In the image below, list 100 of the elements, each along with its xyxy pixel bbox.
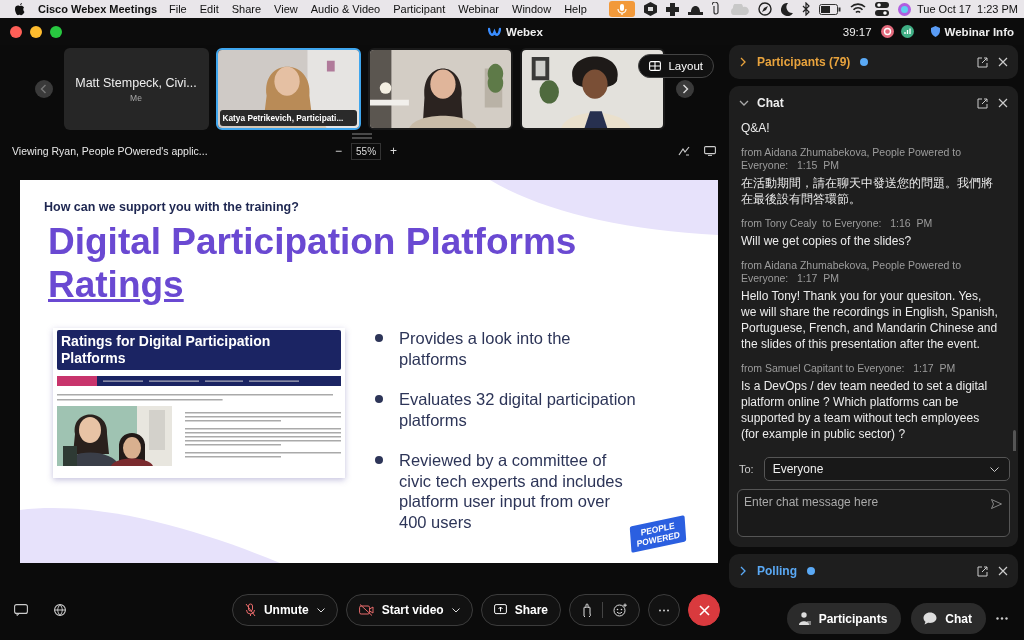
toolbar-button[interactable]: Unmute (231, 594, 338, 626)
menu-item[interactable]: Help (564, 3, 587, 15)
annotate-icon[interactable] (678, 146, 690, 156)
close-icon (698, 604, 710, 616)
close-icon[interactable] (998, 57, 1008, 67)
next-button[interactable] (675, 80, 694, 98)
zoom-out-button[interactable]: − (332, 144, 345, 158)
raise-hand-icon[interactable] (582, 603, 592, 617)
battery-icon[interactable] (819, 3, 841, 15)
menu-item[interactable]: Share (231, 3, 262, 15)
hexagon-icon[interactable] (644, 2, 657, 16)
participant-name: Matt Stempeck, Civi... (75, 75, 197, 90)
pop-out-icon[interactable] (977, 565, 988, 577)
chevron-icon[interactable] (739, 57, 747, 67)
message-input[interactable]: Enter chat message here (737, 489, 1010, 537)
share-screen-icon (493, 604, 507, 616)
signal-icon[interactable] (900, 25, 914, 38)
menu-item[interactable]: Edit (199, 3, 219, 15)
sharing-status: Viewing Ryan, People POwered's applic... (12, 145, 209, 157)
toolbar-button[interactable]: Share (480, 594, 561, 626)
speech-bubble-icon (923, 612, 938, 625)
hat-icon[interactable] (688, 3, 703, 15)
message-header: from Aidana Zhumabekova, People Powered to Everyone: 1:17 PM (741, 259, 963, 285)
captions-icon[interactable] (14, 604, 28, 616)
person-icon (798, 612, 811, 625)
message-text: Is a DevOps / dev team needed to set a digital platform online ? Which platforms can be supported by a team without tech employees (for example in public sector) ? (741, 378, 989, 442)
message-header: from Aidana Zhumabekova, People Powered to Everyone: 1:15 PM (741, 146, 963, 172)
chevron-icon[interactable] (739, 99, 749, 107)
message-text: 在活動期間，請在聊天中發送您的問題。我們將在最後設有問答環節。 (741, 175, 994, 207)
meeting-timer: 39:17 (842, 25, 872, 38)
record-icon[interactable] (880, 25, 894, 38)
message-text: Hello Tony! Thank you for your quesiton. Yes, we will share the recordings in English, Spanish, Portuguese, French, and Mandarin Chinese and the slides of this presentation after the event. (741, 288, 999, 352)
caret-icon (451, 607, 460, 613)
apple-icon[interactable] (14, 2, 25, 16)
globe-icon[interactable] (54, 604, 66, 616)
panel-toggle-button[interactable]: Chat (911, 603, 986, 634)
video-tile[interactable]: Katya Petrikevich, Participati... (215, 48, 361, 130)
message-text: Q&A! (741, 120, 771, 136)
grid-icon (649, 61, 662, 71)
caret-icon (316, 607, 325, 613)
slide-title-link[interactable]: Ratings (48, 264, 184, 306)
recipient-dropdown[interactable]: Everyone (763, 457, 1010, 481)
participant-name: Katya Petrikevich, Participati... (219, 110, 357, 126)
wifi-icon[interactable] (850, 3, 866, 15)
previous-button[interactable] (34, 80, 53, 98)
message-header: from Samuel Capitant to Everyone: 1:17 PM (741, 362, 957, 375)
chevron-icon[interactable] (739, 566, 747, 576)
slide-subtitle: How can we support you with the training? (44, 200, 299, 214)
panel-title[interactable]: Participants (79) (757, 55, 851, 69)
panel-toggle-button[interactable]: Participants (786, 603, 902, 634)
message-header: from Tony Cealy to Everyone: 1:16 PM (741, 217, 934, 230)
reaction-icon[interactable] (613, 603, 627, 617)
menu-item[interactable]: Webinar (458, 3, 499, 15)
menu-item[interactable]: Window (512, 3, 552, 15)
close-icon[interactable] (998, 98, 1008, 108)
participant-role: Me (130, 92, 142, 103)
menu-item[interactable]: View (274, 3, 298, 15)
more-icon[interactable] (996, 617, 1008, 620)
bluetooth-icon[interactable] (802, 2, 810, 16)
layout-button[interactable]: Layout (638, 54, 714, 78)
pop-out-icon[interactable] (977, 97, 988, 109)
muted-microphone-icon (244, 603, 256, 617)
close-icon[interactable] (998, 566, 1008, 576)
moon-icon[interactable] (781, 2, 793, 16)
siri-icon[interactable] (898, 2, 911, 16)
panel-title[interactable]: Chat (757, 96, 784, 110)
screen-icon[interactable] (704, 146, 716, 156)
close-button[interactable] (10, 25, 22, 38)
menu-clock[interactable]: 1:23 PM (977, 3, 1018, 15)
zoom-in-button[interactable]: + (387, 144, 401, 158)
pop-out-icon[interactable] (977, 56, 988, 68)
slide-title: Digital Participation Platforms (48, 222, 577, 262)
minimize-button[interactable] (30, 25, 42, 38)
shield-icon (930, 26, 940, 37)
cross-icon[interactable] (666, 2, 679, 16)
scrollbar[interactable] (1013, 430, 1016, 451)
video-off-icon (358, 604, 374, 616)
app-menu[interactable]: Cisco Webex Meetings (38, 3, 157, 15)
menu-item[interactable]: File (169, 3, 187, 15)
bullet-text: Reviewed by a committee of civic tech experts and includes platform user input from over 400 users (399, 450, 624, 532)
leave-button[interactable] (688, 594, 720, 626)
panel-title[interactable]: Polling (757, 564, 797, 578)
recipient-label: To: (739, 463, 754, 475)
bullet-text: Evaluates 32 digital participation platforms (399, 389, 637, 430)
menu-item[interactable]: Participant (393, 3, 446, 15)
bullet-icon (375, 456, 383, 464)
paperclip-icon[interactable] (712, 2, 720, 16)
toolbar-button[interactable]: Start video (345, 594, 473, 626)
webex-logo-icon (488, 26, 501, 37)
zoom-button[interactable] (50, 25, 62, 38)
compass-icon[interactable] (758, 2, 772, 16)
webinar-info-button[interactable]: Webinar Info (930, 25, 1014, 38)
zoom-level-field[interactable]: 55% (351, 142, 382, 160)
participant-tile[interactable]: Matt Stempeck, Civi... Me (63, 48, 209, 130)
menu-item[interactable]: Audio & Video (310, 3, 381, 15)
bullet-text: Provides a look into the platforms (399, 328, 572, 369)
toggle-icon[interactable] (875, 2, 889, 16)
drag-handle-icon[interactable] (352, 133, 372, 139)
menu-date[interactable]: Tue Oct 17 (917, 3, 972, 15)
send-icon[interactable] (991, 499, 1002, 509)
